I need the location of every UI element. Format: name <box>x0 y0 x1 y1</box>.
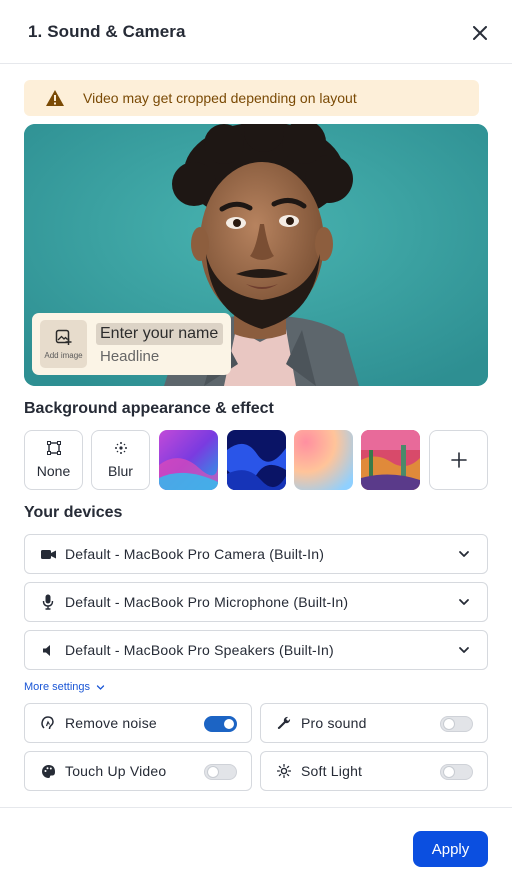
remove-noise-option: Remove noise <box>24 703 252 743</box>
speaker-icon <box>40 642 56 658</box>
microphone-select-value: Default - MacBook Pro Microphone (Built-… <box>65 594 349 610</box>
palette-icon <box>40 763 56 779</box>
crop-square-icon <box>46 441 61 455</box>
soft-light-label: Soft Light <box>301 763 363 779</box>
touch-up-video-toggle[interactable] <box>204 764 237 780</box>
devices-section-title: Your devices <box>24 504 123 521</box>
camera-select[interactable]: Default - MacBook Pro Camera (Built-In) <box>24 534 488 574</box>
warning-banner: Video may get cropped depending on layou… <box>24 80 479 116</box>
chevron-down-icon <box>459 551 469 557</box>
touch-up-video-option: Touch Up Video <box>24 751 252 791</box>
headline-text: Headline <box>100 348 160 365</box>
sun-icon <box>276 763 292 779</box>
background-image-blue-waves[interactable] <box>227 430 286 490</box>
more-settings-label: More settings <box>24 681 91 693</box>
wrench-icon <box>276 715 292 731</box>
add-image-button[interactable]: Add image <box>40 320 87 368</box>
background-section-title: Background appearance & effect <box>24 400 274 417</box>
background-image-pastel-gradient[interactable] <box>294 430 353 490</box>
more-settings-link[interactable]: More settings <box>24 681 105 693</box>
name-input[interactable] <box>96 323 223 345</box>
add-background-button[interactable] <box>429 430 488 490</box>
chevron-down-icon <box>459 599 469 605</box>
microphone-select[interactable]: Default - MacBook Pro Microphone (Built-… <box>24 582 488 622</box>
chevron-down-icon <box>459 647 469 653</box>
microphone-icon <box>40 594 56 610</box>
name-card: Add image Headline <box>32 313 231 375</box>
soft-light-option: Soft Light <box>260 751 488 791</box>
noise-icon <box>40 715 56 731</box>
soft-light-toggle[interactable] <box>440 764 473 780</box>
warning-text: Video may get cropped depending on layou… <box>83 90 357 106</box>
speaker-select-value: Default - MacBook Pro Speakers (Built-In… <box>65 642 334 658</box>
camera-select-value: Default - MacBook Pro Camera (Built-In) <box>65 546 325 562</box>
pro-sound-label: Pro sound <box>301 715 367 731</box>
background-image-painting[interactable] <box>361 430 420 490</box>
dialog-header: 1. Sound & Camera <box>0 0 512 64</box>
add-image-label: Add image <box>44 351 83 360</box>
pro-sound-option: Pro sound <box>260 703 488 743</box>
background-image-purple-waves[interactable] <box>159 430 218 490</box>
background-blur-label: Blur <box>108 463 133 479</box>
speaker-select[interactable]: Default - MacBook Pro Speakers (Built-In… <box>24 630 488 670</box>
warning-triangle-icon <box>45 88 65 108</box>
dialog-title: 1. Sound & Camera <box>28 22 186 41</box>
background-none-label: None <box>36 463 71 479</box>
chevron-down-icon <box>96 684 105 690</box>
remove-noise-toggle[interactable] <box>204 716 237 732</box>
plus-icon <box>450 452 467 468</box>
touch-up-video-label: Touch Up Video <box>65 763 167 779</box>
close-icon[interactable] <box>466 19 494 47</box>
background-blur-tile[interactable]: Blur <box>91 430 150 490</box>
background-none-tile[interactable]: None <box>24 430 83 490</box>
image-plus-icon <box>55 329 71 345</box>
apply-button[interactable]: Apply <box>413 831 488 867</box>
remove-noise-label: Remove noise <box>65 715 157 731</box>
blur-dots-icon <box>114 442 127 454</box>
pro-sound-toggle[interactable] <box>440 716 473 732</box>
camera-icon <box>40 546 56 562</box>
